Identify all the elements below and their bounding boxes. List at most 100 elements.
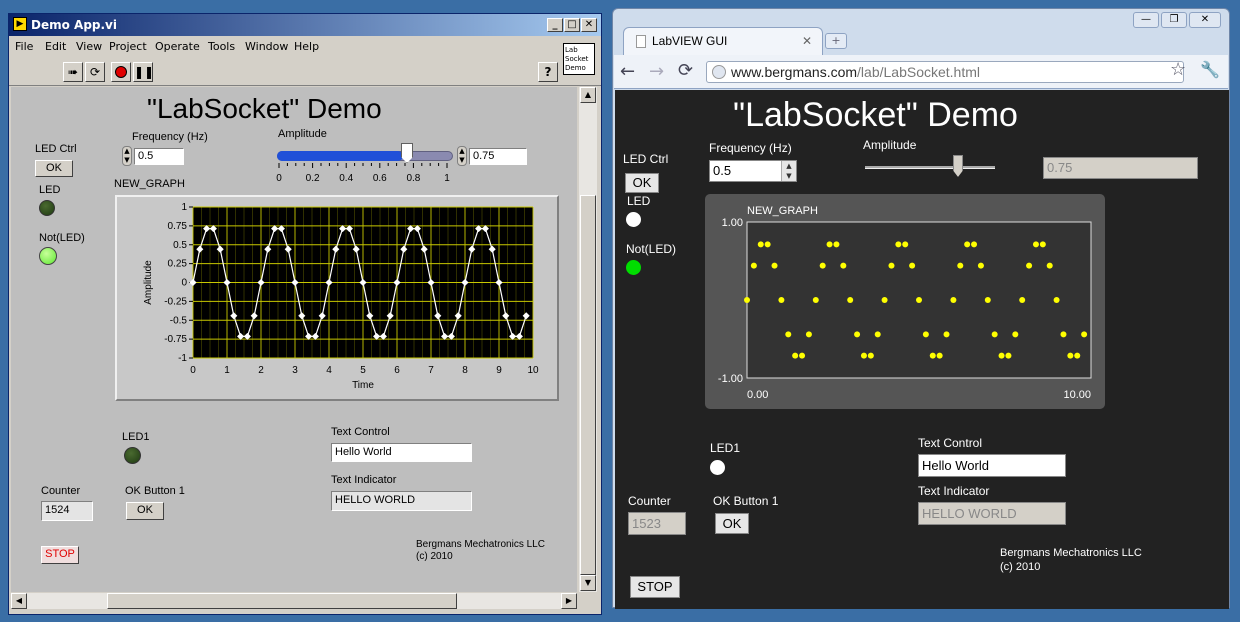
amplitude-input[interactable]: 0.75: [469, 148, 527, 165]
amplitude-indicator: 0.75: [1043, 157, 1198, 179]
vi-thumbnail-icon: Lab Socket Demo: [563, 43, 595, 75]
amplitude-stepper[interactable]: ▲ ▼: [457, 146, 467, 166]
url-domain: www.bergmans.com: [731, 64, 858, 80]
labview-titlebar[interactable]: ▶ Demo App.vi _ □ ✕: [9, 14, 601, 36]
amplitude-slider-track[interactable]: [865, 166, 995, 169]
data-point: [1081, 331, 1088, 338]
data-point: [867, 352, 874, 359]
menu-view[interactable]: View: [76, 40, 102, 53]
frequency-spinner[interactable]: ▲ ▼: [781, 161, 796, 181]
amplitude-label: Amplitude: [863, 138, 917, 152]
new-tab-icon[interactable]: +: [825, 33, 847, 49]
scroll-up-icon[interactable]: ▲: [580, 87, 596, 103]
data-point: [771, 262, 778, 269]
horizontal-scroll-thumb[interactable]: [107, 593, 457, 609]
close-icon[interactable]: ✕: [581, 18, 597, 32]
run-continuously-icon[interactable]: ⟳: [85, 62, 105, 82]
x-tick-label: 0: [190, 365, 196, 376]
frequency-label: Frequency (Hz): [132, 131, 208, 143]
data-point: [847, 297, 854, 303]
wrench-icon[interactable]: 🔧: [1200, 60, 1220, 79]
y-tick-label: -1.00: [718, 373, 743, 385]
footer-company: Bergmans Mechatronics LLC: [1000, 547, 1142, 559]
data-point: [874, 331, 881, 338]
menu-edit[interactable]: Edit: [45, 40, 66, 53]
led1-indicator: [710, 460, 725, 475]
vertical-scrollbar[interactable]: ▲ ▼: [579, 87, 597, 592]
data-point: [778, 297, 785, 303]
menu-help[interactable]: Help: [294, 40, 319, 53]
text-control-input[interactable]: Hello World: [918, 454, 1066, 477]
scroll-down-icon[interactable]: ▼: [580, 575, 596, 591]
led-indicator: [626, 212, 641, 227]
data-point: [964, 241, 971, 248]
data-point: [792, 352, 799, 359]
close-icon[interactable]: ✕: [1189, 12, 1221, 28]
maximize-icon[interactable]: □: [564, 18, 580, 32]
data-point: [833, 241, 840, 248]
ok-button1[interactable]: OK: [715, 513, 749, 534]
minimize-icon[interactable]: _: [547, 18, 563, 32]
frequency-input[interactable]: 0.5: [134, 148, 184, 165]
menu-tools[interactable]: Tools: [208, 40, 235, 53]
text-control-input[interactable]: Hello World: [331, 443, 472, 462]
data-point: [1067, 352, 1074, 359]
restore-icon[interactable]: ❐: [1161, 12, 1187, 28]
menu-window[interactable]: Window: [245, 40, 288, 53]
counter-label: Counter: [628, 494, 671, 508]
stop-button[interactable]: STOP: [630, 576, 680, 598]
led-ctrl-button[interactable]: OK: [35, 160, 73, 177]
abort-icon[interactable]: [111, 62, 131, 82]
x-tick-label: 6: [394, 365, 400, 376]
scroll-right-icon[interactable]: ▶: [561, 593, 577, 609]
data-point: [950, 297, 957, 303]
graph-title: NEW_GRAPH: [747, 205, 818, 217]
bookmark-star-icon[interactable]: ☆: [1170, 59, 1186, 80]
minimize-icon[interactable]: —: [1133, 12, 1159, 28]
ok-button1[interactable]: OK: [126, 502, 164, 520]
pause-icon[interactable]: ❚❚: [133, 62, 154, 82]
horizontal-scrollbar[interactable]: ◀ ▶: [11, 593, 577, 609]
x-tick-label: 10.00: [1063, 389, 1091, 401]
text-indicator-label: Text Indicator: [331, 474, 397, 486]
not-led-indicator: [39, 247, 57, 265]
waveform-graph[interactable]: NEW_GRAPH 1.00 -1.00 0.00 10.00: [705, 194, 1105, 409]
menu-project[interactable]: Project: [109, 40, 147, 53]
y-tick-label: -0.25: [164, 296, 187, 307]
data-point: [840, 262, 847, 269]
y-tick-label: 0.75: [168, 221, 188, 232]
tab-close-icon[interactable]: ✕: [802, 34, 812, 48]
data-point: [929, 352, 936, 359]
frequency-stepper[interactable]: ▲ ▼: [122, 146, 132, 166]
counter-label: Counter: [41, 485, 81, 497]
run-arrow-icon[interactable]: ➠: [63, 62, 83, 82]
amplitude-label: Amplitude: [278, 128, 327, 140]
labview-window: ▶ Demo App.vi _ □ ✕ File Edit View Proje…: [8, 13, 602, 615]
vi-icon: ▶: [13, 17, 27, 31]
data-point: [1039, 241, 1046, 248]
vertical-scroll-thumb[interactable]: [580, 195, 596, 575]
page-icon: [636, 35, 646, 48]
data-point: [957, 262, 964, 269]
x-tick-label: 8: [462, 365, 468, 376]
y-tick-label: 0.25: [168, 259, 188, 270]
forward-icon[interactable]: →: [649, 61, 664, 82]
back-icon[interactable]: ←: [620, 61, 635, 82]
help-icon[interactable]: ?: [538, 62, 558, 82]
scroll-left-icon[interactable]: ◀: [11, 593, 27, 609]
address-bar[interactable]: www.bergmans.com/lab/LabSocket.html: [706, 61, 1184, 83]
reload-icon[interactable]: ⟳: [678, 60, 693, 81]
data-point: [1046, 262, 1053, 269]
stop-button[interactable]: STOP: [41, 546, 79, 564]
data-point: [909, 262, 916, 269]
amplitude-slider-handle[interactable]: [953, 155, 963, 177]
led-ctrl-button[interactable]: OK: [625, 173, 659, 193]
menu-bar: File Edit View Project Operate Tools Win…: [9, 37, 601, 57]
browser-tab[interactable]: LabVIEW GUI ✕: [623, 27, 823, 55]
waveform-graph[interactable]: 0 1 2 3 4 5 6 7 8 9 10 1 0.75 0.5 0.25 0 -0.25 -0.5 -0.75 -…: [117, 197, 557, 399]
y-axis-label: Amplitude: [143, 260, 154, 305]
tab-title: LabVIEW GUI: [652, 34, 728, 48]
menu-file[interactable]: File: [15, 40, 33, 53]
menu-operate[interactable]: Operate: [155, 40, 200, 53]
toolbar: ➠ ⟳ ❚❚ ? Lab Socket Demo: [9, 43, 601, 86]
